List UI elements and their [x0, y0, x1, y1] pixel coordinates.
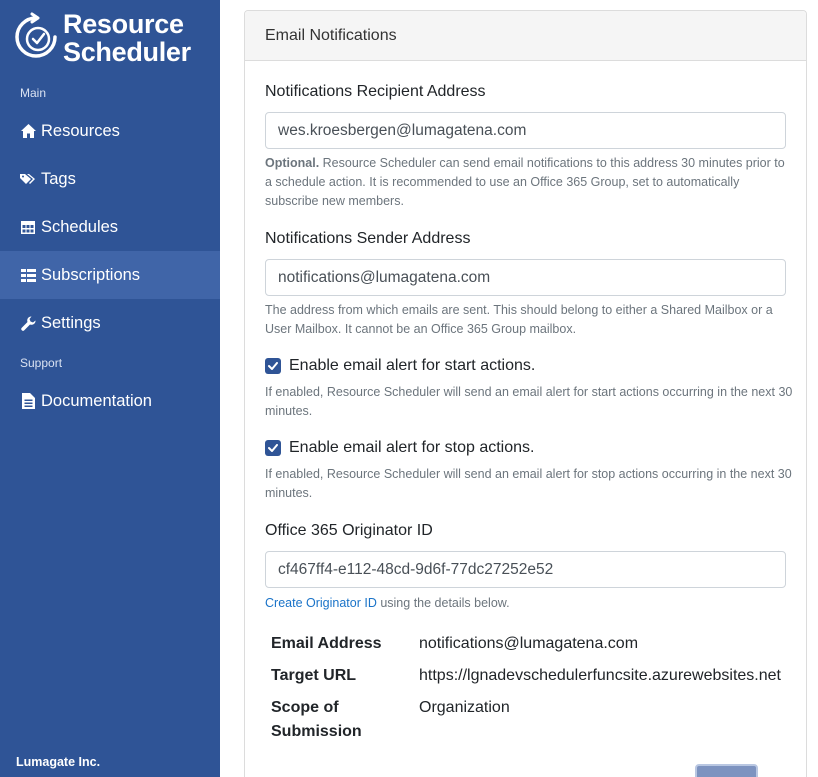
brand-logo[interactable]: Resource Scheduler	[14, 10, 214, 72]
detail-value-url: https://lgnadevschedulerfuncsite.azurewe…	[419, 667, 781, 684]
stop-alert-checkbox-row[interactable]: Enable email alert for stop actions.	[265, 439, 534, 457]
originator-id-label: Office 365 Originator ID	[265, 522, 433, 539]
clock-arrow-icon	[15, 12, 57, 58]
document-icon	[20, 393, 36, 409]
start-alert-checkbox-row[interactable]: Enable email alert for start actions.	[265, 357, 535, 375]
recipient-address-input[interactable]	[265, 112, 786, 149]
originator-id-help: Create Originator ID using the details b…	[265, 596, 510, 610]
email-notifications-panel: Email Notifications Notifications Recipi…	[244, 10, 807, 777]
create-originator-id-link[interactable]: Create Originator ID	[265, 596, 377, 610]
sidebar-item-schedules[interactable]: Schedules	[0, 203, 220, 251]
home-icon	[20, 123, 36, 139]
table-icon	[20, 219, 36, 235]
section-label-main: Main	[20, 86, 47, 100]
recipient-address-label: Notifications Recipient Address	[265, 83, 486, 100]
checkmark-icon	[268, 444, 278, 452]
list-icon	[20, 267, 36, 283]
sidebar-item-label: Tags	[41, 169, 76, 188]
sender-address-label: Notifications Sender Address	[265, 230, 471, 247]
sidebar-item-settings[interactable]: Settings	[0, 299, 220, 347]
recipient-address-help: Optional. Resource Scheduler can send em…	[265, 156, 785, 208]
brand-name: Resource Scheduler	[63, 9, 191, 67]
start-alert-help: If enabled, Resource Scheduler will send…	[265, 385, 793, 418]
sidebar-item-label: Documentation	[41, 391, 152, 410]
sidebar-item-tags[interactable]: Tags	[0, 155, 220, 203]
detail-value-email: notifications@lumagatena.com	[419, 635, 639, 652]
detail-key-url: Target URL	[271, 667, 357, 684]
company-footer: Lumagate Inc.	[16, 755, 101, 769]
app-root: Resource Scheduler Main Resources Tags S…	[0, 0, 818, 777]
start-alert-label[interactable]: Enable email alert for start actions.	[289, 357, 535, 375]
sidebar-item-resources[interactable]: Resources	[0, 107, 220, 155]
save-button[interactable]: Save	[695, 764, 758, 777]
panel-title: Email Notifications	[245, 11, 806, 61]
checkmark-icon	[268, 362, 278, 370]
originator-details: Email Address notifications@lumagatena.c…	[271, 632, 791, 752]
sidebar-item-label: Schedules	[41, 217, 119, 236]
sidebar-item-documentation[interactable]: Documentation	[0, 377, 220, 425]
sidebar: Resource Scheduler Main Resources Tags S…	[0, 0, 220, 777]
sidebar-item-label: Settings	[41, 313, 101, 332]
sender-address-help: The address from which emails are sent. …	[265, 303, 773, 336]
detail-key-scope: Scope of Submission	[271, 699, 362, 740]
originator-id-input[interactable]	[265, 551, 786, 588]
stop-alert-checkbox[interactable]	[265, 440, 281, 456]
stop-alert-help: If enabled, Resource Scheduler will send…	[265, 467, 792, 500]
detail-value-scope: Organization	[419, 699, 510, 716]
sidebar-item-label: Subscriptions	[41, 265, 141, 284]
sidebar-item-label: Resources	[41, 121, 120, 140]
section-label-support: Support	[20, 356, 63, 370]
start-alert-checkbox[interactable]	[265, 358, 281, 374]
detail-key-email: Email Address	[271, 635, 382, 652]
wrench-icon	[20, 315, 36, 331]
stop-alert-label[interactable]: Enable email alert for stop actions.	[289, 439, 534, 457]
tags-icon	[20, 171, 36, 187]
sender-address-input[interactable]	[265, 259, 786, 296]
sidebar-item-subscriptions[interactable]: Subscriptions	[0, 251, 220, 299]
